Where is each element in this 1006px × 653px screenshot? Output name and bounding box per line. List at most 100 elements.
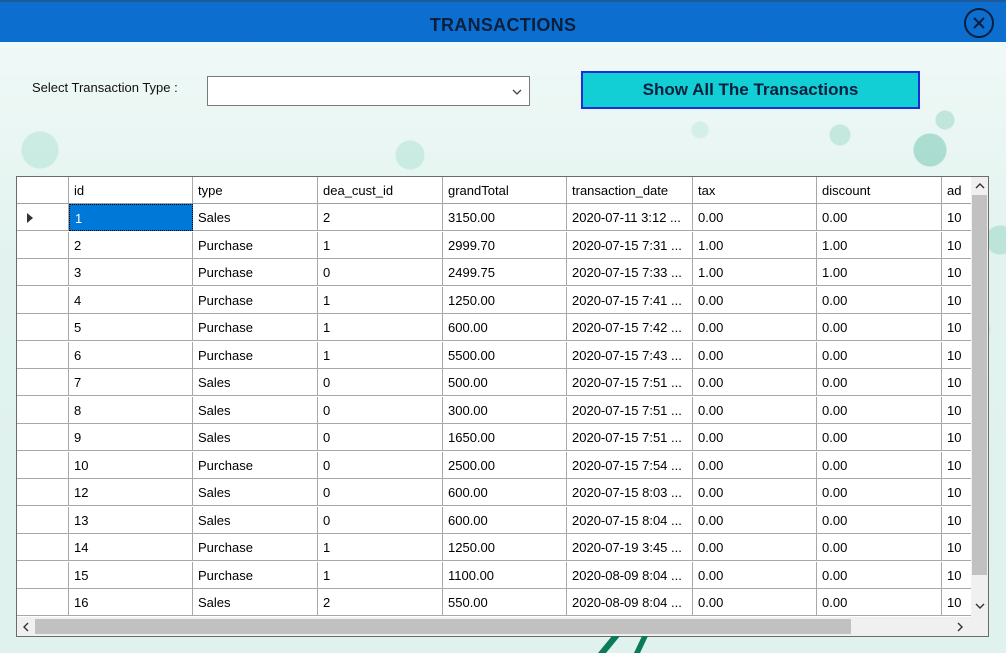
cell-transaction-date[interactable]: 2020-07-15 7:43 ...	[567, 341, 693, 369]
cell-grand-total[interactable]: 2999.70	[443, 231, 567, 259]
cell-tax[interactable]: 0.00	[693, 341, 817, 369]
column-header-grand-total[interactable]: grandTotal	[443, 177, 567, 203]
cell-grand-total[interactable]: 2499.75	[443, 259, 567, 286]
cell-type[interactable]: Sales	[193, 424, 318, 451]
cell-id[interactable]: 2	[69, 231, 193, 259]
horizontal-scrollbar[interactable]	[17, 617, 971, 636]
cell-type[interactable]: Purchase	[193, 534, 318, 561]
cell-type[interactable]: Purchase	[193, 286, 318, 314]
cell-discount[interactable]: 0.00	[817, 286, 942, 314]
row-selector[interactable]	[17, 561, 69, 589]
cell-ad[interactable]: 10	[942, 369, 971, 396]
table-row[interactable]: 12 Sales 0 600.00 2020-07-15 8:03 ... 0.00 0.0…	[17, 479, 971, 506]
scroll-up-button[interactable]	[973, 179, 986, 193]
cell-dea-cust-id[interactable]: 1	[318, 231, 443, 259]
cell-discount[interactable]: 0.00	[817, 534, 942, 561]
cell-id[interactable]: 9	[69, 424, 193, 451]
scroll-left-button[interactable]	[19, 619, 33, 634]
cell-dea-cust-id[interactable]: 2	[318, 204, 443, 231]
cell-id[interactable]: 8	[69, 396, 193, 424]
cell-grand-total[interactable]: 550.00	[443, 589, 567, 616]
row-selector[interactable]	[17, 451, 69, 479]
cell-type[interactable]: Purchase	[193, 231, 318, 259]
column-header-tax[interactable]: tax	[693, 177, 817, 203]
row-selector[interactable]	[17, 396, 69, 424]
cell-ad[interactable]: 10	[942, 397, 971, 424]
cell-id[interactable]: 1	[69, 204, 193, 231]
cell-grand-total[interactable]: 1250.00	[443, 286, 567, 314]
cell-tax[interactable]: 0.00	[693, 561, 817, 589]
cell-dea-cust-id[interactable]: 1	[318, 561, 443, 589]
cell-transaction-date[interactable]: 2020-07-15 7:41 ...	[567, 286, 693, 314]
cell-discount[interactable]: 0.00	[817, 451, 942, 479]
cell-id[interactable]: 15	[69, 561, 193, 589]
cell-dea-cust-id[interactable]: 1	[318, 286, 443, 314]
cell-tax[interactable]: 0.00	[693, 286, 817, 314]
cell-discount[interactable]: 0.00	[817, 314, 942, 341]
cell-ad[interactable]: 10	[942, 589, 971, 616]
vertical-scroll-thumb[interactable]	[972, 195, 987, 575]
cell-dea-cust-id[interactable]: 0	[318, 396, 443, 424]
table-row[interactable]: 10 Purchase 0 2500.00 2020-07-15 7:54 ... 0.0…	[17, 451, 971, 479]
cell-ad[interactable]: 10	[942, 562, 971, 589]
cell-type[interactable]: Sales	[193, 506, 318, 534]
row-selector[interactable]	[17, 479, 69, 506]
transactions-grid[interactable]: id type dea_cust_id grandTotal transacti…	[16, 176, 989, 637]
cell-grand-total[interactable]: 500.00	[443, 369, 567, 396]
cell-dea-cust-id[interactable]: 0	[318, 369, 443, 396]
cell-discount[interactable]: 0.00	[817, 369, 942, 396]
cell-id[interactable]: 16	[69, 589, 193, 616]
cell-id[interactable]: 13	[69, 506, 193, 534]
column-header-ad[interactable]: ad	[942, 177, 971, 203]
cell-ad[interactable]: 10	[942, 204, 971, 231]
cell-id[interactable]: 12	[69, 479, 193, 506]
table-row[interactable]: 14 Purchase 1 1250.00 2020-07-19 3:45 ... 0.0…	[17, 534, 971, 561]
cell-ad[interactable]: 10	[942, 534, 971, 561]
table-row[interactable]: 9 Sales 0 1650.00 2020-07-15 7:51 ... 0.00 0.0…	[17, 424, 971, 451]
cell-id[interactable]: 5	[69, 314, 193, 341]
cell-transaction-date[interactable]: 2020-07-15 7:51 ...	[567, 369, 693, 396]
cell-grand-total[interactable]: 1650.00	[443, 424, 567, 451]
table-row[interactable]: 13 Sales 0 600.00 2020-07-15 8:04 ... 0.00 0.0…	[17, 506, 971, 534]
table-row[interactable]: 2 Purchase 1 2999.70 2020-07-15 7:31 ... 1.00…	[17, 231, 971, 259]
row-selector[interactable]	[17, 424, 69, 451]
table-row[interactable]: 3 Purchase 0 2499.75 2020-07-15 7:33 ... 1.00…	[17, 259, 971, 286]
cell-dea-cust-id[interactable]: 0	[318, 259, 443, 286]
vertical-scrollbar[interactable]	[971, 177, 988, 617]
cell-transaction-date[interactable]: 2020-07-11 3:12 ...	[567, 204, 693, 231]
cell-transaction-date[interactable]: 2020-07-15 7:42 ...	[567, 314, 693, 341]
cell-grand-total[interactable]: 1100.00	[443, 561, 567, 589]
cell-id[interactable]: 10	[69, 451, 193, 479]
row-selector[interactable]	[17, 506, 69, 534]
cell-type[interactable]: Sales	[193, 396, 318, 424]
cell-grand-total[interactable]: 3150.00	[443, 204, 567, 231]
cell-tax[interactable]: 0.00	[693, 424, 817, 451]
cell-ad[interactable]: 10	[942, 287, 971, 314]
cell-dea-cust-id[interactable]: 1	[318, 534, 443, 561]
cell-discount[interactable]: 0.00	[817, 341, 942, 369]
cell-transaction-date[interactable]: 2020-07-15 7:51 ...	[567, 424, 693, 451]
cell-tax[interactable]: 0.00	[693, 396, 817, 424]
scroll-down-button[interactable]	[973, 599, 986, 613]
cell-transaction-date[interactable]: 2020-07-15 7:54 ...	[567, 451, 693, 479]
cell-grand-total[interactable]: 5500.00	[443, 341, 567, 369]
cell-grand-total[interactable]: 1250.00	[443, 534, 567, 561]
cell-transaction-date[interactable]: 2020-07-15 8:03 ...	[567, 479, 693, 506]
table-row[interactable]: 8 Sales 0 300.00 2020-07-15 7:51 ... 0.00 0.00…	[17, 396, 971, 424]
cell-discount[interactable]: 0.00	[817, 479, 942, 506]
table-row[interactable]: 16 Sales 2 550.00 2020-08-09 8:04 ... 0.00 0.0…	[17, 589, 971, 616]
row-selector[interactable]	[17, 204, 69, 231]
cell-type[interactable]: Sales	[193, 369, 318, 396]
cell-type[interactable]: Sales	[193, 479, 318, 506]
cell-grand-total[interactable]: 600.00	[443, 506, 567, 534]
cell-ad[interactable]: 10	[942, 452, 971, 479]
cell-ad[interactable]: 10	[942, 232, 971, 259]
cell-type[interactable]: Purchase	[193, 259, 318, 286]
cell-transaction-date[interactable]: 2020-07-15 7:31 ...	[567, 231, 693, 259]
cell-id[interactable]: 3	[69, 259, 193, 286]
cell-grand-total[interactable]: 300.00	[443, 396, 567, 424]
cell-type[interactable]: Purchase	[193, 341, 318, 369]
cell-grand-total[interactable]: 600.00	[443, 479, 567, 506]
transaction-type-select[interactable]	[207, 76, 530, 106]
cell-discount[interactable]: 1.00	[817, 259, 942, 286]
